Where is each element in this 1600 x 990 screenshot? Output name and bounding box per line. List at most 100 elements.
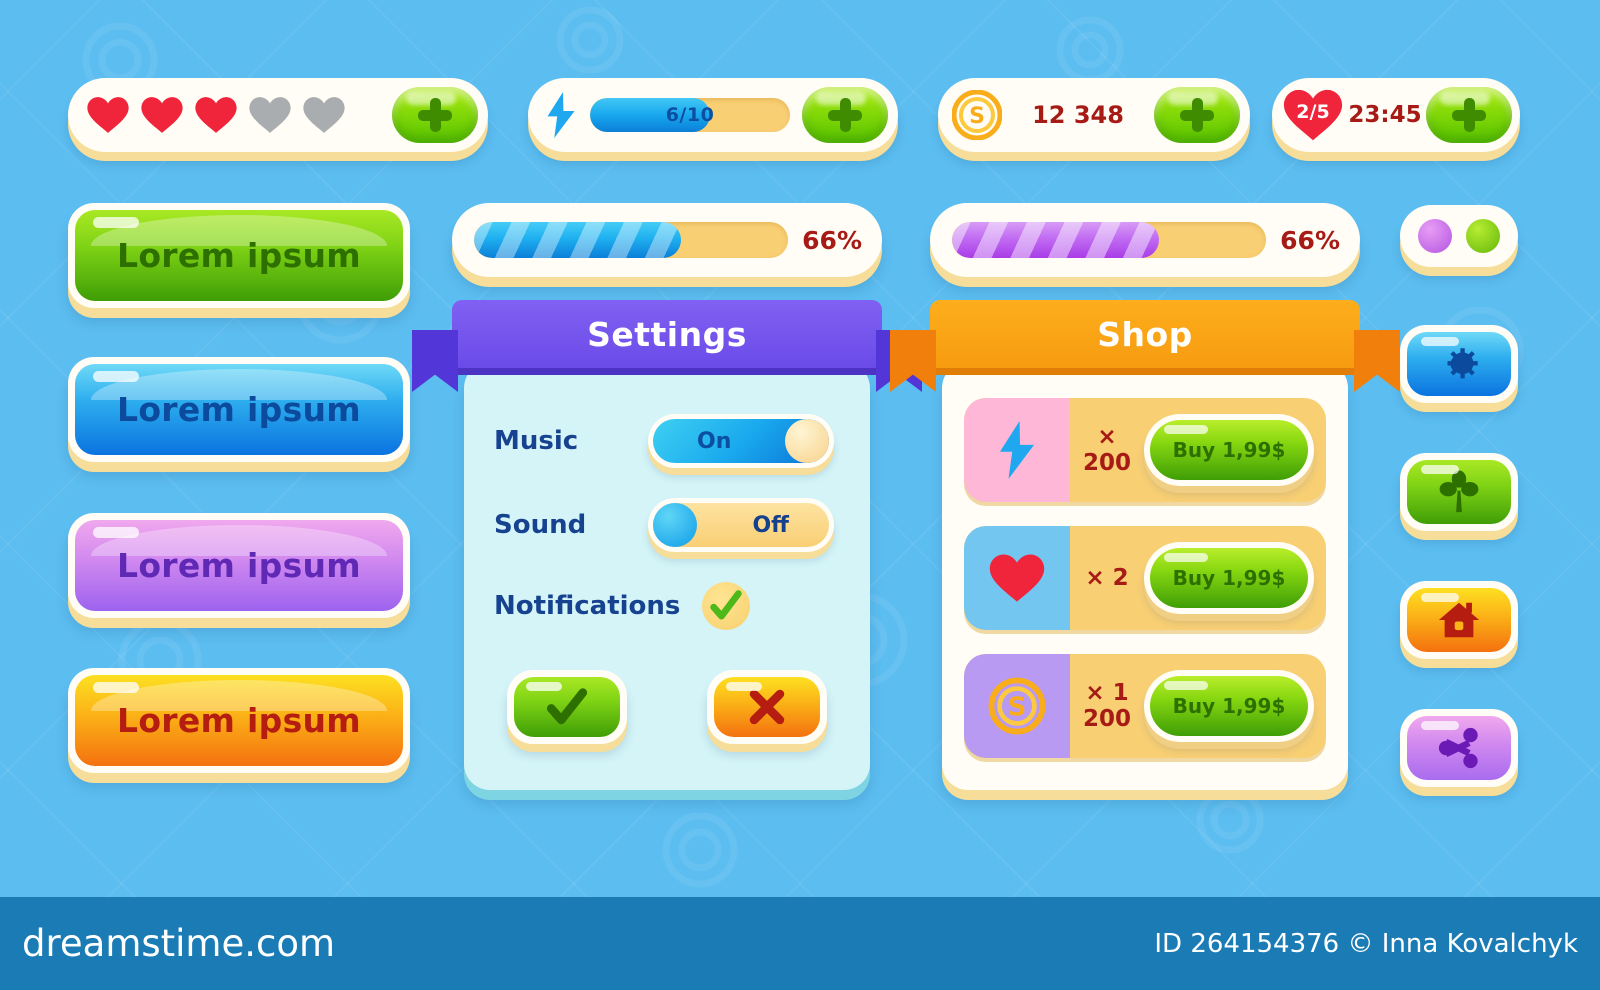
settings-panel: Music On Sound Off Notifications Setting… xyxy=(412,300,922,790)
lives-hearts-bar xyxy=(68,78,488,152)
share-icon xyxy=(1438,727,1478,769)
heart-empty-1 xyxy=(248,95,292,135)
shop-panel-body: × 200 Buy 1,99$ × 2 Buy 1,99$ S × 1 200 … xyxy=(942,362,1348,790)
heart-icon xyxy=(989,554,1045,602)
energy-track[interactable]: 6/10 xyxy=(590,98,790,132)
lives-count-label: 2/5 xyxy=(1296,101,1330,123)
lorem-button-purple-label: Lorem ipsum xyxy=(117,546,361,585)
progress-percent-purple: 66% xyxy=(1280,225,1340,255)
setting-row-sound: Sound Off xyxy=(464,498,870,552)
shop-row-energy: × 200 Buy 1,99$ xyxy=(964,398,1326,502)
shop-row-lives: × 2 Buy 1,99$ xyxy=(964,526,1326,630)
progress-track-blue[interactable] xyxy=(474,222,789,258)
heart-filled-1 xyxy=(86,95,130,135)
add-coins-button[interactable] xyxy=(1154,87,1240,143)
check-circle-icon xyxy=(710,590,743,620)
clover-icon xyxy=(1439,470,1479,513)
settings-panel-body: Music On Sound Off Notifications xyxy=(464,362,870,790)
plus-icon xyxy=(1452,98,1486,132)
settings-ribbon: Settings xyxy=(412,300,922,392)
settings-title: Settings xyxy=(587,314,747,354)
home-icon xyxy=(1438,602,1480,638)
icon-column xyxy=(1400,205,1518,787)
dots-indicator[interactable] xyxy=(1400,205,1518,267)
buy-button-energy[interactable]: Buy 1,99$ xyxy=(1144,414,1314,486)
settings-gear-button[interactable] xyxy=(1400,325,1518,403)
add-lives-timer-button[interactable] xyxy=(1426,87,1512,143)
coin-bar: S 12 348 xyxy=(938,78,1250,152)
lorem-button-orange-label: Lorem ipsum xyxy=(117,701,361,740)
sound-toggle-knob[interactable] xyxy=(653,503,697,547)
coin-icon: S xyxy=(988,677,1046,735)
lorem-button-blue[interactable]: Lorem ipsum xyxy=(68,357,410,462)
notifications-checkbox[interactable] xyxy=(702,582,751,630)
footer-bar: dreamstime.com ID 264154376 © Inna Koval… xyxy=(0,897,1600,990)
dot-purple[interactable] xyxy=(1418,219,1452,253)
energy-bar: 6/10 xyxy=(528,78,898,152)
coin-icon: S xyxy=(952,90,1002,140)
lorem-button-green[interactable]: Lorem ipsum xyxy=(68,203,410,308)
buy-button-lives[interactable]: Buy 1,99$ xyxy=(1144,542,1314,614)
lorem-button-purple[interactable]: Lorem ipsum xyxy=(68,513,410,618)
buy-label-coins: Buy 1,99$ xyxy=(1172,694,1286,718)
sound-label: Sound xyxy=(494,510,587,540)
lives-timer-bar: 2/5 23:45 xyxy=(1272,78,1520,152)
heart-empty-2 xyxy=(302,95,346,135)
shop-icon-cell-coins: S xyxy=(964,654,1070,758)
buy-label-lives: Buy 1,99$ xyxy=(1172,566,1286,590)
shop-row-coins: S × 1 200 Buy 1,99$ xyxy=(964,654,1326,758)
plus-icon xyxy=(418,98,452,132)
music-toggle-state-label: On xyxy=(697,428,732,454)
plus-icon xyxy=(828,98,862,132)
dreamstime-logo: dreamstime.com xyxy=(22,922,336,965)
sound-toggle[interactable]: Off xyxy=(648,498,834,552)
svg-text:S: S xyxy=(969,104,985,129)
setting-row-notifications: Notifications xyxy=(464,582,870,630)
progress-fill-purple xyxy=(952,222,1160,258)
shop-ribbon: Shop xyxy=(890,300,1400,392)
settings-action-row xyxy=(464,670,870,744)
shop-panel: × 200 Buy 1,99$ × 2 Buy 1,99$ S × 1 200 … xyxy=(890,300,1400,790)
check-icon xyxy=(546,688,588,725)
cancel-button[interactable] xyxy=(707,670,827,744)
clover-button[interactable] xyxy=(1400,453,1518,531)
footer-credit: ID 264154376 © Inna Kovalchyk xyxy=(1154,928,1578,959)
energy-value-label: 6/10 xyxy=(665,104,715,126)
svg-text:S: S xyxy=(1008,692,1026,722)
gear-icon xyxy=(1447,348,1478,379)
shop-icon-cell-lives xyxy=(964,526,1070,630)
music-toggle-knob[interactable] xyxy=(785,419,829,463)
shop-icon-cell-energy xyxy=(964,398,1070,502)
shop-quantity-energy: × 200 xyxy=(1082,424,1131,476)
shop-quantity-lives: × 2 xyxy=(1085,565,1129,591)
lorem-button-blue-label: Lorem ipsum xyxy=(117,390,361,429)
ribbon-tail-right xyxy=(1354,330,1400,392)
lorem-button-orange[interactable]: Lorem ipsum xyxy=(68,668,410,773)
music-toggle[interactable]: On xyxy=(648,414,834,468)
confirm-button[interactable] xyxy=(507,670,627,744)
music-label: Music xyxy=(494,426,579,456)
progress-percent-blue: 66% xyxy=(802,225,862,255)
cross-icon xyxy=(749,689,785,725)
lightning-bolt-icon xyxy=(999,421,1035,479)
heart-filled-2 xyxy=(140,95,184,135)
lorem-button-green-label: Lorem ipsum xyxy=(117,236,361,275)
buy-label-energy: Buy 1,99$ xyxy=(1172,438,1286,462)
progress-bar-blue: 66% xyxy=(452,203,882,277)
buy-button-coins[interactable]: Buy 1,99$ xyxy=(1144,670,1314,742)
progress-fill-blue xyxy=(474,222,682,258)
share-button[interactable] xyxy=(1400,709,1518,787)
lives-timer-label: 23:45 xyxy=(1348,102,1422,128)
setting-row-music: Music On xyxy=(464,414,870,468)
plus-icon xyxy=(1180,98,1214,132)
coin-amount-label: 12 348 xyxy=(1032,101,1124,129)
heart-badge-icon: 2/5 xyxy=(1282,87,1344,143)
add-energy-button[interactable] xyxy=(802,87,888,143)
notifications-label: Notifications xyxy=(494,591,681,621)
add-lives-button[interactable] xyxy=(392,87,478,143)
home-button[interactable] xyxy=(1400,581,1518,659)
shop-quantity-coins: × 1 200 xyxy=(1082,680,1131,732)
dot-green[interactable] xyxy=(1466,219,1500,253)
ribbon-tail-left xyxy=(412,330,458,392)
progress-track-purple[interactable] xyxy=(952,222,1267,258)
